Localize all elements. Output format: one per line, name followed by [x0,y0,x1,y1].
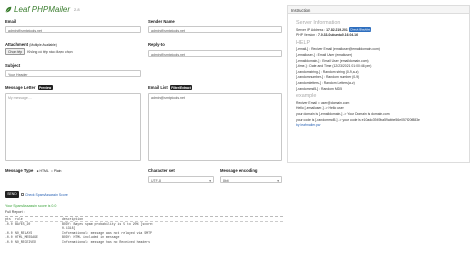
full-report-label: Full Report : [5,209,25,214]
report-table: pts rule description -0.0 BAYES_20 BODY:… [5,217,283,244]
col-rule: rule [15,217,23,221]
sender-name-input[interactable]: admin@smtptools.net [148,26,282,33]
row-description: Informational: message has no Received h… [62,239,150,244]
emaillist-label-text: Email List [148,85,168,90]
file-picker: Chọn tệp Không có tệp nào được chọn [5,48,73,55]
php-version: 7.0.33-0ubuntu0.16.04.16 [318,33,358,38]
app-version: 2.8 [74,6,80,12]
server-ip-label: Server IP Address : [296,27,326,32]
subject-label: Subject [5,63,21,68]
charset-label: Character set [148,168,175,173]
example-title: example [296,93,317,100]
emaillist-label: Email List Filter/Extract [148,85,193,90]
replyto-input[interactable]: admin@smtptools.net [148,50,282,57]
spam-check-option[interactable]: Check SpamAssassin Score [21,193,68,197]
attachment-note: (Multiple Available) [29,43,57,47]
charset-value: UTF-8 [151,178,161,183]
radio-plain-label: Plain [53,169,62,173]
message-type-label: Message Type ● HTML ○ Plain [5,168,61,173]
server-info-title: Server Information [296,20,341,26]
letter-label: Message Letter Preview [5,85,53,90]
message-textarea[interactable]: My message.... [5,93,141,161]
app-logo: Leaf PHPMailer 2.8 [5,3,80,15]
encoding-value: 8bit [223,178,229,183]
letter-label-text: Message Letter [5,85,36,90]
radio-html-label: HTML [39,169,49,173]
radio-plain[interactable]: ○ Plain [51,169,62,173]
file-status: Không có tệp nào được chọn [27,49,73,54]
spam-score: Your SpamAssassin score is 0.0 [5,203,57,208]
check-blacklist-button[interactable]: Check Blacklist [348,27,372,32]
col-pts: pts [5,217,11,221]
subject-input[interactable]: Your Header [5,70,141,77]
col-description: description [62,217,84,221]
help-title: HELP [296,39,311,46]
server-ip: 17.82.219.201 [326,27,348,32]
help-item: [-randommd5-] : Random MD5 [296,86,342,91]
choose-file-button[interactable]: Chọn tệp [5,48,26,55]
emaillist-textarea[interactable]: admin@smtptools.net [148,93,282,161]
send-button[interactable]: SEND [5,191,19,198]
app-name: Leaf PHPMailer [14,4,71,14]
replyto-label: Reply-to [148,42,165,47]
leaf-icon [5,6,12,12]
chevron-down-icon: ▾ [277,178,279,183]
table-row: -0.0 NO_RECEIVED Informational: message … [5,240,283,244]
php-version-label: PHP Version : [296,33,318,38]
instruction-header: Instruction [288,6,469,14]
charset-select[interactable]: UTF-8 ▾ [148,176,214,183]
spam-check-checkbox[interactable] [21,193,24,196]
preview-badge[interactable]: Preview [37,85,53,90]
email-label: Email [5,19,17,24]
row-pts: -0.0 [5,239,13,244]
attachment-label-text: Attachment [5,42,29,47]
chevron-down-icon: ▾ [209,178,211,183]
encoding-label: Message encoding [220,168,258,173]
credit-link[interactable]: by leafmailer.pw [296,123,468,129]
row-rule: NO_RECEIVED [15,239,37,244]
radio-html[interactable]: ● HTML [37,169,49,173]
instruction-body: Server Information Server IP Address : 1… [296,19,468,129]
sender-name-label: Sender Name [148,19,175,24]
filter-extract-badge[interactable]: Filter/Extract [169,85,193,90]
attachment-label: Attachment (Multiple Available) [5,42,57,47]
email-input[interactable]: admin@smtptools.net [5,26,141,33]
instruction-panel: Instruction Server Information Server IP… [287,5,470,163]
encoding-select[interactable]: 8bit ▾ [220,176,282,183]
message-type-text: Message Type [5,168,34,173]
spam-check-label: Check SpamAssassin Score [25,192,68,197]
php-version-line: PHP Version : 7.0.33-0ubuntu0.16.04.16 [296,33,468,39]
